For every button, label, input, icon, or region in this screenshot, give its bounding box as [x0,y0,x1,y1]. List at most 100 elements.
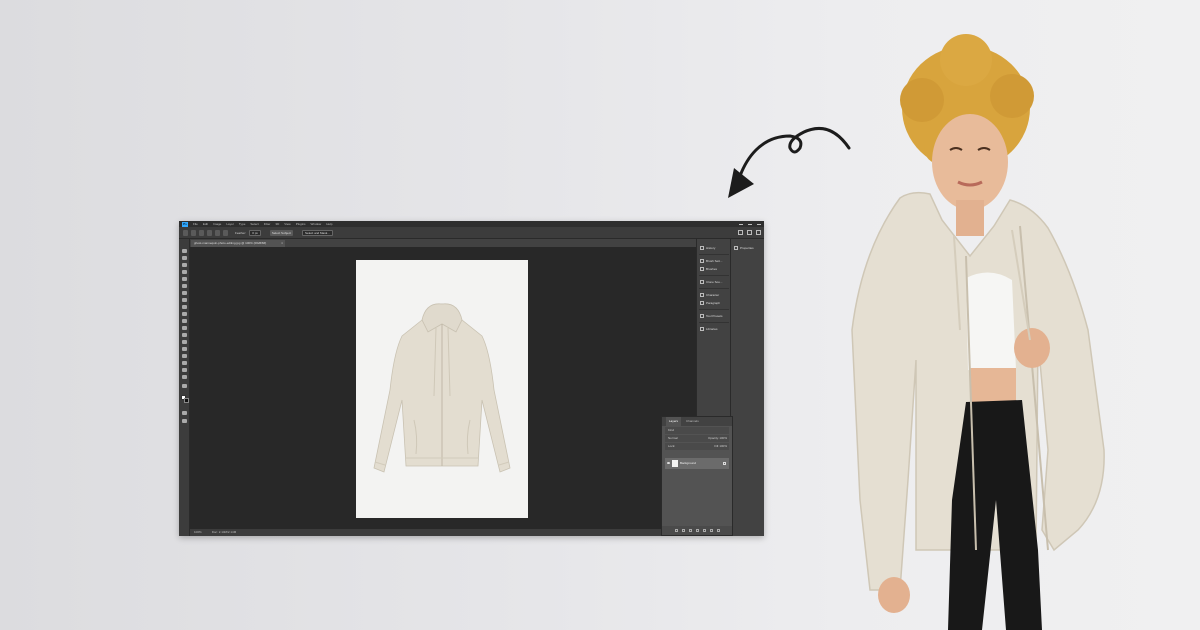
new-group-icon[interactable] [702,529,706,532]
dock-character[interactable]: Character [700,292,730,298]
menu-image[interactable]: Image [213,222,221,226]
libraries-icon [700,327,704,331]
delete-layer-icon[interactable] [716,529,720,532]
feather-input[interactable]: 0 px [249,229,261,236]
intersect-selection-icon[interactable] [223,229,228,236]
screen-mode-icon[interactable] [182,419,187,423]
hoodie-product-image [373,303,511,473]
brush-tool-icon[interactable] [182,305,187,309]
tool-presets-icon [700,314,704,318]
minimize-icon[interactable] [739,223,743,225]
menu-window[interactable]: Window [311,222,322,226]
pen-tool-icon[interactable] [182,347,187,351]
lasso-tool-icon[interactable] [191,229,196,236]
filter-kind[interactable]: Kind [668,428,674,432]
add-selection-icon[interactable] [207,229,212,236]
dock-tool-presets[interactable]: Tool Presets [700,313,730,319]
workspace-icon[interactable] [747,230,752,235]
healing-brush-icon[interactable] [182,298,187,302]
home-icon[interactable] [183,229,188,236]
properties-icon [734,246,738,250]
brush-settings-icon [700,259,704,263]
adjustment-layer-icon[interactable] [695,529,699,532]
dock-libraries[interactable]: Libraries [700,326,730,332]
artboard-tool-icon[interactable] [182,256,187,260]
clone-stamp-icon[interactable] [182,312,187,316]
quick-mask-icon[interactable] [182,411,187,415]
menu-view[interactable]: View [284,222,290,226]
select-subject-button[interactable]: Select Subject [269,229,294,236]
path-selection-icon[interactable] [182,361,187,365]
marquee-tool-icon[interactable] [182,263,187,267]
search-icon[interactable] [738,230,743,235]
dock-properties[interactable]: Properties [734,245,764,251]
menu-filter[interactable]: Filter [264,222,271,226]
tab-layers[interactable]: Layers [666,417,682,426]
add-mask-icon[interactable] [688,529,692,532]
lasso-icon[interactable] [182,270,187,274]
canvas-area[interactable] [190,247,696,529]
visibility-eye-icon[interactable] [667,462,670,464]
gradient-tool-icon[interactable] [182,333,187,337]
blur-tool-icon[interactable] [182,340,187,344]
status-bar: 100% Doc: 2.14M/2.14M [190,529,696,536]
close-tab-icon[interactable]: × [281,240,283,247]
layers-panel: Layers Channels Kind Normal Opacity: 100… [661,416,733,536]
dock-history[interactable]: History [700,245,730,251]
dock-brushes[interactable]: Brushes [700,266,730,272]
dock-label: History [706,246,716,250]
dock-label: Paragraph [706,301,721,305]
clone-source-icon [700,280,704,284]
dock-brush-settings[interactable]: Brush Sett... [700,258,730,264]
document-size: Doc: 2.14M/2.14M [211,530,237,534]
type-tool-icon[interactable] [182,354,187,358]
crop-tool-icon[interactable] [182,284,187,288]
layer-row-background[interactable]: Background [665,458,729,469]
character-icon [700,293,704,297]
menu-layer[interactable]: Layer [226,222,234,226]
select-and-mask-button[interactable]: Select and Mask... [302,229,333,236]
layer-style-icon[interactable] [681,529,685,532]
close-icon[interactable] [757,223,761,225]
properties-column: Properties [730,239,764,536]
menu-3d[interactable]: 3D [275,222,279,226]
layer-thumbnail [672,460,678,467]
menu-select[interactable]: Select [250,222,258,226]
menu-edit[interactable]: Edit [203,222,208,226]
blend-mode-select[interactable]: Normal [668,436,678,440]
share-icon[interactable] [756,230,761,235]
menu-help[interactable]: Help [326,222,332,226]
hand-tool-icon[interactable] [182,368,187,372]
new-selection-icon[interactable] [199,229,204,236]
menu-type[interactable]: Type [239,222,246,226]
dock-label: Brush Sett... [706,259,723,263]
eyedropper-icon[interactable] [182,291,187,295]
history-brush-icon[interactable] [182,319,187,323]
document-tab[interactable]: ghost-mannequin-photo-editing.jpg @ 100%… [191,240,285,247]
new-layer-icon[interactable] [709,529,713,532]
document-canvas[interactable] [356,260,528,518]
zoom-level[interactable]: 100% [194,529,202,536]
dock-clone-source[interactable]: Clone Sou... [700,279,730,285]
dock-label: Libraries [706,327,718,331]
dock-label: Clone Sou... [706,280,723,284]
tab-channels[interactable]: Channels [686,417,699,426]
dock-paragraph[interactable]: Paragraph [700,300,730,306]
object-selection-icon[interactable] [182,277,187,281]
link-layers-icon[interactable] [674,529,678,532]
menu-file[interactable]: File [193,222,198,226]
layers-footer [662,526,732,535]
move-tool-icon[interactable] [182,249,187,253]
layer-filter-row[interactable]: Kind [665,427,729,434]
background-color-swatch[interactable] [184,398,189,403]
dock-label: Tool Presets [706,314,723,318]
opacity-input[interactable]: 100% [719,435,727,442]
subtract-selection-icon[interactable] [215,229,220,236]
menu-plugins[interactable]: Plugins [296,222,306,226]
maximize-icon[interactable] [748,223,752,225]
eraser-icon[interactable] [182,326,187,330]
model-photo [851,34,1105,630]
zoom-tool-icon[interactable] [182,375,187,379]
fill-input[interactable]: 100% [719,443,727,450]
more-tools-icon[interactable] [182,384,187,388]
